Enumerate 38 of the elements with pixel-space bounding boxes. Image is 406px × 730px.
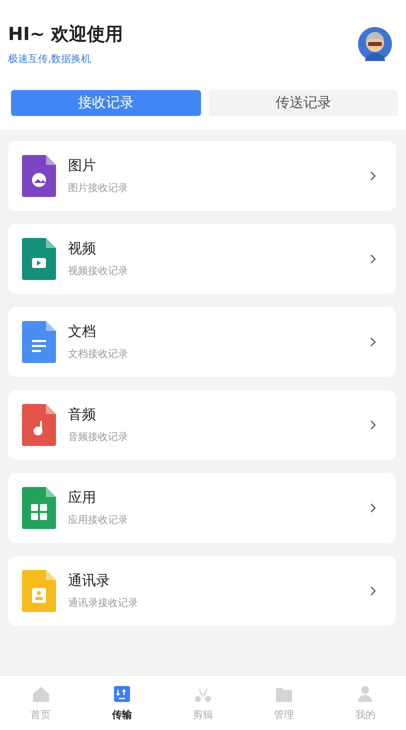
record-card[interactable]: 音频 音频接收记录 [8,390,396,460]
chevron-right-icon [370,254,376,264]
nav-label: 传输 [112,708,132,722]
record-title: 文档 [68,323,97,341]
record-subtitle: 图片接收记录 [68,182,129,195]
record-tab[interactable]: 传送记录 [208,90,398,116]
record-tab[interactable]: 接收记录 [11,90,200,116]
record-title: 图片 [68,157,97,175]
record-subtitle: 通讯录接收记录 [68,596,139,610]
record-card[interactable]: 视频 视频接收记录 [8,224,396,294]
transfer-icon [112,684,132,704]
record-subtitle: 视频接收记录 [68,264,129,278]
record-card[interactable]: 通讯录 通讯录接收记录 [8,556,396,626]
chevron-right-icon [370,503,376,513]
greeting-title: HI~ 欢迎使用 [8,23,124,46]
record-title: 通讯录 [68,572,111,590]
nav-label: 管理 [274,709,294,722]
record-subtitle: 应用接收记录 [68,514,129,527]
record-subtitle: 音频接收记录 [68,430,129,444]
nav-label: 首页 [30,709,51,722]
chevron-right-icon [370,337,376,347]
chevron-right-icon [370,420,376,430]
nav-label: 我的 [355,708,376,722]
slogan-text: 极速互传,数据换机 [8,52,92,66]
record-title: 音频 [68,406,97,424]
record-title: 视频 [68,240,97,258]
record-card[interactable]: 文档 文档接收记录 [8,307,396,377]
record-card[interactable]: 图片 图片接收记录 [8,141,396,211]
record-title: 应用 [68,489,97,507]
record-card[interactable]: 应用 应用接收记录 [8,473,396,543]
record-subtitle: 文档接收记录 [68,348,129,361]
nav-tab[interactable]: 传输 [81,676,162,730]
chevron-right-icon [370,171,376,181]
home-icon [30,684,51,704]
nav-label: 剪辑 [193,708,213,722]
chevron-right-icon [370,586,376,596]
avatar-icon[interactable] [358,27,392,61]
edit-icon [193,684,213,704]
